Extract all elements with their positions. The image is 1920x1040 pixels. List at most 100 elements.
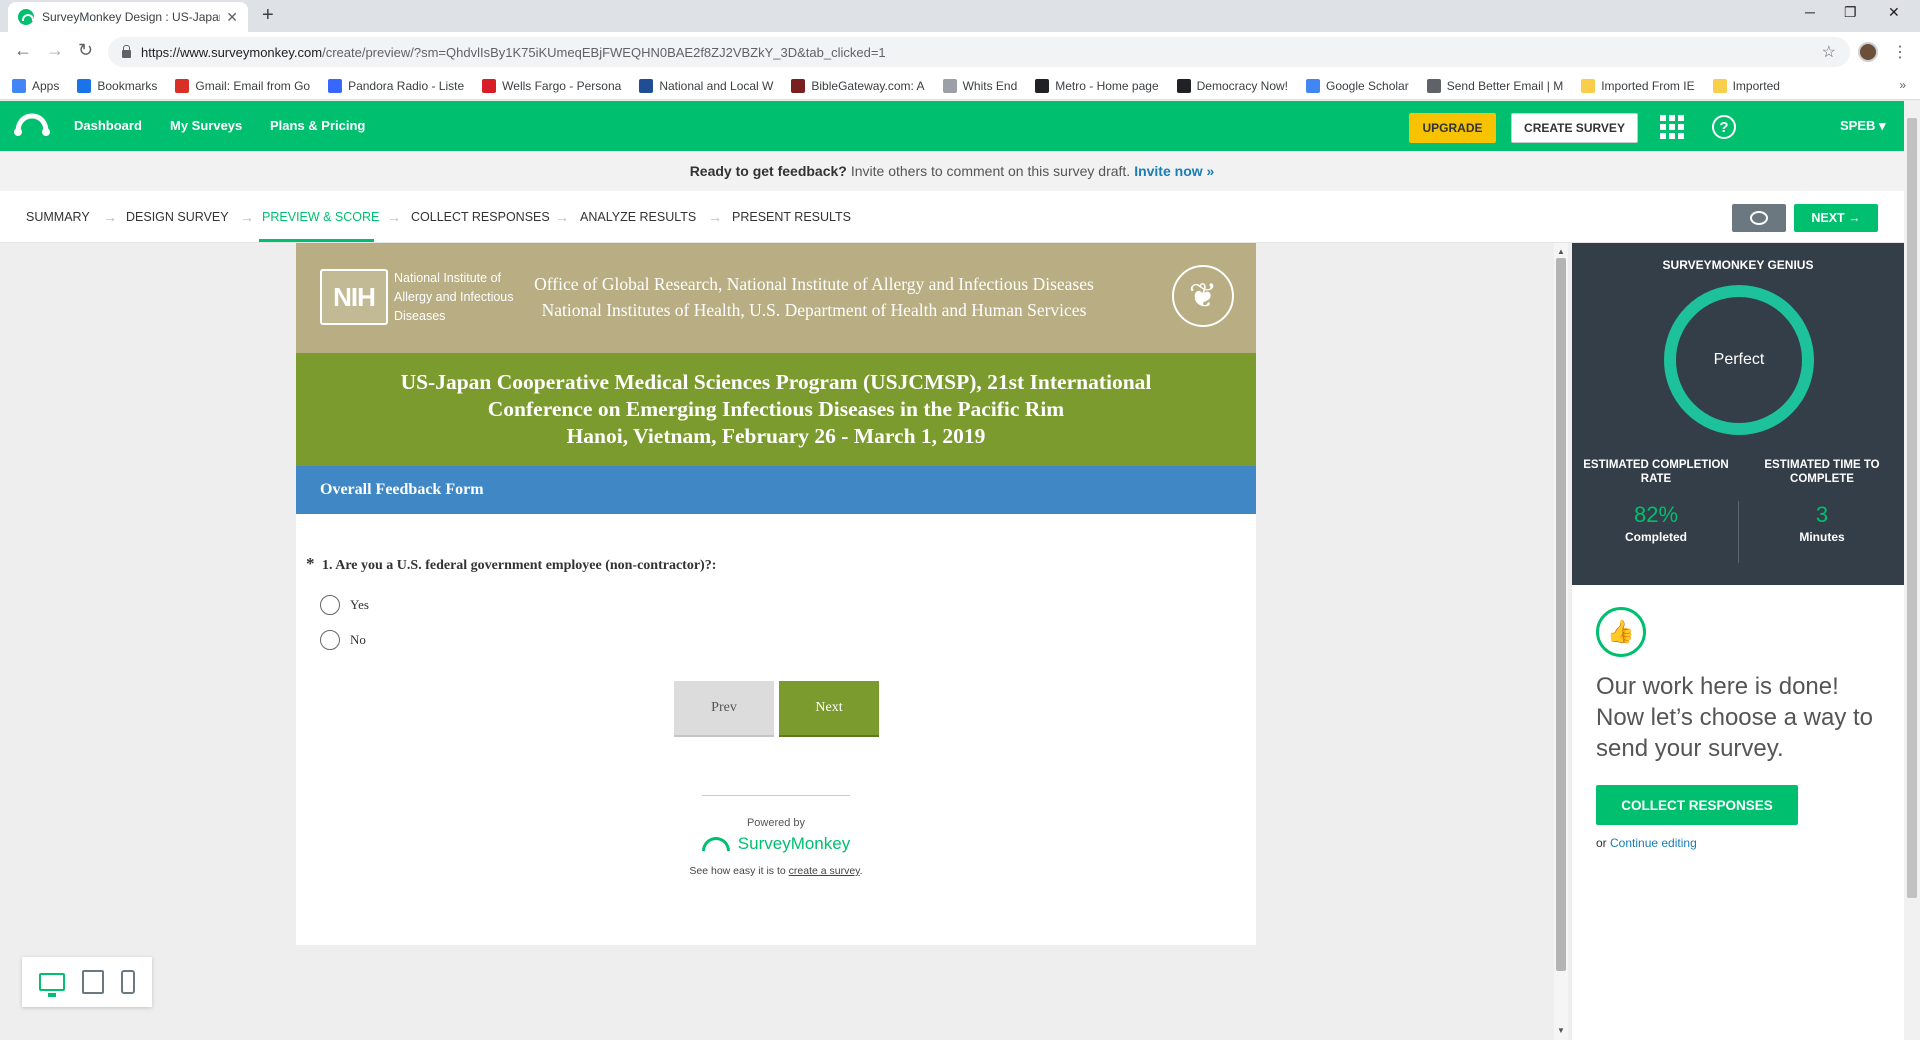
step-present-results[interactable]: PRESENT RESULTS bbox=[732, 210, 851, 224]
option-yes[interactable]: Yes bbox=[320, 595, 369, 615]
collect-responses-button[interactable]: COLLECT RESPONSES bbox=[1596, 785, 1798, 825]
nav-dashboard[interactable]: Dashboard bbox=[74, 118, 142, 133]
completion-rate-unit: Completed bbox=[1624, 530, 1687, 544]
see-how-text: See how easy it is to create a survey. bbox=[636, 865, 916, 877]
nav-plans-pricing[interactable]: Plans & Pricing bbox=[270, 118, 365, 133]
step-summary[interactable]: SUMMARY bbox=[26, 210, 90, 224]
tab-title: SurveyMonkey Design : US-Japan bbox=[42, 10, 221, 24]
survey-preview: NIH National Institute of Allergy and In… bbox=[296, 243, 1256, 945]
scroll-up-arrow-icon[interactable]: ▲ bbox=[1557, 247, 1565, 256]
bookmark-label: Pandora Radio - Liste bbox=[348, 78, 465, 93]
window-restore-button[interactable]: ❐ bbox=[1844, 4, 1857, 21]
bookmarks-overflow-icon[interactable]: » bbox=[1899, 78, 1906, 92]
invite-now-link[interactable]: Invite now » bbox=[1134, 163, 1214, 179]
next-step-panel: 👍 Our work here is done! Now let’s choos… bbox=[1572, 585, 1904, 1040]
forward-arrow-icon[interactable]: → bbox=[46, 40, 64, 61]
continue-editing-text: or Continue editing bbox=[1596, 836, 1697, 850]
prev-button[interactable]: Prev bbox=[674, 681, 774, 737]
create-survey-link[interactable]: create a survey bbox=[789, 865, 860, 877]
apps-grid-icon[interactable] bbox=[1660, 115, 1684, 139]
new-tab-button[interactable]: + bbox=[262, 4, 274, 27]
bookmark-item[interactable]: Imported From IE bbox=[1581, 78, 1695, 93]
step-arrow-icon: → bbox=[387, 209, 401, 225]
surveymonkey-logo-icon bbox=[701, 837, 730, 851]
preview-scrollbar-thumb[interactable] bbox=[1556, 258, 1566, 971]
bookmark-item[interactable]: National and Local W bbox=[639, 78, 773, 93]
email-icon bbox=[1426, 78, 1441, 93]
browser-tab[interactable]: SurveyMonkey Design : US-Japan ✕ bbox=[8, 2, 248, 32]
next-step-button[interactable]: NEXT → bbox=[1794, 204, 1878, 232]
bookmark-label: Imported From IE bbox=[1601, 78, 1695, 93]
folder-icon bbox=[1581, 78, 1596, 93]
option-no[interactable]: No bbox=[320, 630, 366, 650]
bookmark-label: Google Scholar bbox=[1326, 78, 1409, 93]
completion-rate-value: 82% bbox=[1633, 502, 1679, 527]
address-bar[interactable]: https://www.surveymonkey.com/create/prev… bbox=[108, 37, 1850, 67]
bookmark-item[interactable]: Wells Fargo - Persona bbox=[482, 78, 622, 93]
step-analyze-results[interactable]: ANALYZE RESULTS bbox=[580, 210, 696, 224]
surveymonkey-brand[interactable]: SurveyMonkey bbox=[676, 834, 876, 854]
back-arrow-icon[interactable]: ← bbox=[14, 40, 32, 61]
comment-button[interactable] bbox=[1732, 204, 1786, 232]
wellsfargo-icon bbox=[482, 78, 497, 93]
bookmark-item[interactable]: Send Better Email | M bbox=[1426, 78, 1564, 93]
bookmark-item[interactable]: Gmail: Email from Go bbox=[175, 78, 311, 93]
bookmark-star-icon[interactable]: ☆ bbox=[1822, 42, 1836, 62]
browser-menu-icon[interactable]: ⋮ bbox=[1892, 42, 1908, 62]
apps-grid-icon bbox=[12, 78, 26, 93]
bookmark-item[interactable]: Bookmarks bbox=[77, 78, 157, 93]
bookmark-item[interactable]: Metro - Home page bbox=[1035, 78, 1159, 93]
tab-close-icon[interactable]: ✕ bbox=[226, 9, 238, 26]
time-to-complete-label: ESTIMATED TIME TO COMPLETE bbox=[1764, 459, 1880, 485]
profile-avatar[interactable] bbox=[1858, 42, 1878, 62]
radio-button[interactable] bbox=[320, 630, 340, 650]
step-design-survey[interactable]: DESIGN SURVEY bbox=[126, 210, 229, 224]
page-scrollbar-thumb[interactable] bbox=[1907, 118, 1917, 898]
bookmark-item[interactable]: BibleGateway.com: A bbox=[791, 78, 925, 93]
bookmark-item[interactable]: Imported bbox=[1712, 78, 1780, 93]
radio-button[interactable] bbox=[320, 595, 340, 615]
continue-editing-link[interactable]: Continue editing bbox=[1610, 836, 1697, 850]
bookmark-label: Whits End bbox=[962, 78, 1018, 93]
reload-icon[interactable]: ↻ bbox=[78, 40, 93, 61]
genius-title: SURVEYMONKEY GENIUS bbox=[1662, 258, 1814, 272]
bookmark-label: Gmail: Email from Go bbox=[195, 78, 311, 93]
url-path: /create/preview/?sm=QhdvlIsBy1K75iKUmeqE… bbox=[322, 44, 886, 60]
surveymonkey-logo-icon[interactable] bbox=[14, 112, 50, 138]
brand-name: SurveyMonkey bbox=[737, 834, 851, 853]
bookmark-label: Send Better Email | M bbox=[1446, 78, 1564, 93]
help-icon[interactable]: ? bbox=[1712, 115, 1736, 139]
tablet-icon[interactable] bbox=[81, 970, 104, 994]
next-button[interactable]: Next bbox=[779, 681, 879, 737]
device-preview-toggle bbox=[22, 957, 152, 1007]
bookmark-label: Wells Fargo - Persona bbox=[502, 78, 622, 93]
window-minimize-button[interactable]: ─ bbox=[1805, 4, 1815, 20]
create-survey-button[interactable]: CREATE SURVEY bbox=[1511, 113, 1638, 143]
step-preview-score[interactable]: PREVIEW & SCORE bbox=[262, 210, 379, 224]
survey-title-line-1: US-Japan Cooperative Medical Sciences Pr… bbox=[400, 370, 1152, 394]
question-1: * 1. Are you a U.S. federal government e… bbox=[306, 554, 716, 574]
bookmark-label: Apps bbox=[32, 78, 60, 93]
bookmark-item[interactable]: Apps bbox=[12, 78, 60, 93]
window-close-button[interactable]: ✕ bbox=[1888, 4, 1900, 21]
weather-icon bbox=[639, 78, 654, 93]
active-step-indicator bbox=[259, 239, 374, 242]
bookmark-item[interactable]: Google Scholar bbox=[1306, 78, 1409, 93]
step-collect-responses[interactable]: COLLECT RESPONSES bbox=[411, 210, 550, 224]
user-menu[interactable]: SPEB ▾ bbox=[1840, 118, 1886, 134]
bible-icon bbox=[791, 78, 806, 93]
organization-lines: Office of Global Research, National Inst… bbox=[496, 271, 1132, 323]
bookmark-item[interactable]: Pandora Radio - Liste bbox=[328, 78, 465, 93]
bookmark-item[interactable]: Democracy Now! bbox=[1176, 78, 1288, 93]
option-label: Yes bbox=[350, 597, 369, 612]
upgrade-button[interactable]: UPGRADE bbox=[1409, 113, 1496, 143]
or-text: or bbox=[1596, 836, 1607, 850]
bookmark-item[interactable]: Whits End bbox=[942, 78, 1018, 93]
browser-toolbar: ← → ↻ https://www.surveymonkey.com/creat… bbox=[0, 32, 1920, 72]
desktop-icon[interactable] bbox=[38, 973, 65, 997]
scroll-down-arrow-icon[interactable]: ▼ bbox=[1557, 1026, 1565, 1035]
nav-my-surveys[interactable]: My Surveys bbox=[170, 118, 242, 133]
phone-icon[interactable] bbox=[121, 970, 136, 994]
time-to-complete-unit: Minutes bbox=[1799, 530, 1845, 544]
done-message: Our work here is done! Now let’s choose … bbox=[1596, 673, 1874, 762]
